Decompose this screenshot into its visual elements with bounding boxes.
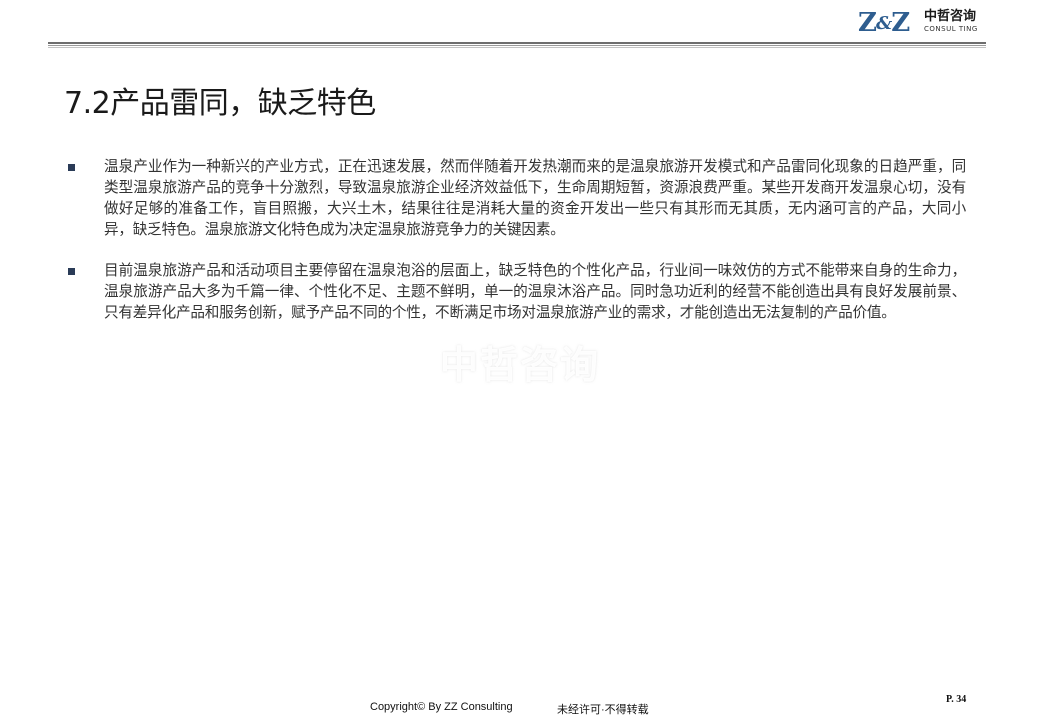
square-bullet-icon [68,268,75,275]
slide-title: 7.2产品雷同，缺乏特色 [64,86,376,121]
square-bullet-icon [68,164,75,171]
footer-notice: 未经许可·不得转载 [557,704,649,716]
bullet-text: 目前温泉旅游产品和活动项目主要停留在温泉泡浴的层面上，缺乏特色的个性化产品，行业… [104,262,966,321]
page-number: P. 34 [946,694,967,705]
logo-chinese-name: 中哲咨询 [924,9,977,24]
logo-mark-amp: & [875,13,892,34]
logo-english-name: CONSUL TING [924,25,978,33]
bullet-item: 温泉产业作为一种新兴的产业方式，正在迅速发展，然而伴随着开发热潮而来的是温泉旅游… [66,156,966,240]
bullet-list: 温泉产业作为一种新兴的产业方式，正在迅速发展，然而伴随着开发热潮而来的是温泉旅游… [66,156,966,343]
header-divider [48,42,986,48]
footer-copyright: Copyright© By ZZ Consulting [370,701,513,713]
logo-mark-right: Z [891,8,910,38]
logo-mark: Z&Z [858,8,910,39]
company-logo: Z&Z 中哲咨询 CONSUL TING [858,8,988,38]
bullet-text: 温泉产业作为一种新兴的产业方式，正在迅速发展，然而伴随着开发热潮而来的是温泉旅游… [104,158,966,238]
logo-mark-left: Z [858,8,877,38]
bullet-item: 目前温泉旅游产品和活动项目主要停留在温泉泡浴的层面上，缺乏特色的个性化产品，行业… [66,260,966,323]
